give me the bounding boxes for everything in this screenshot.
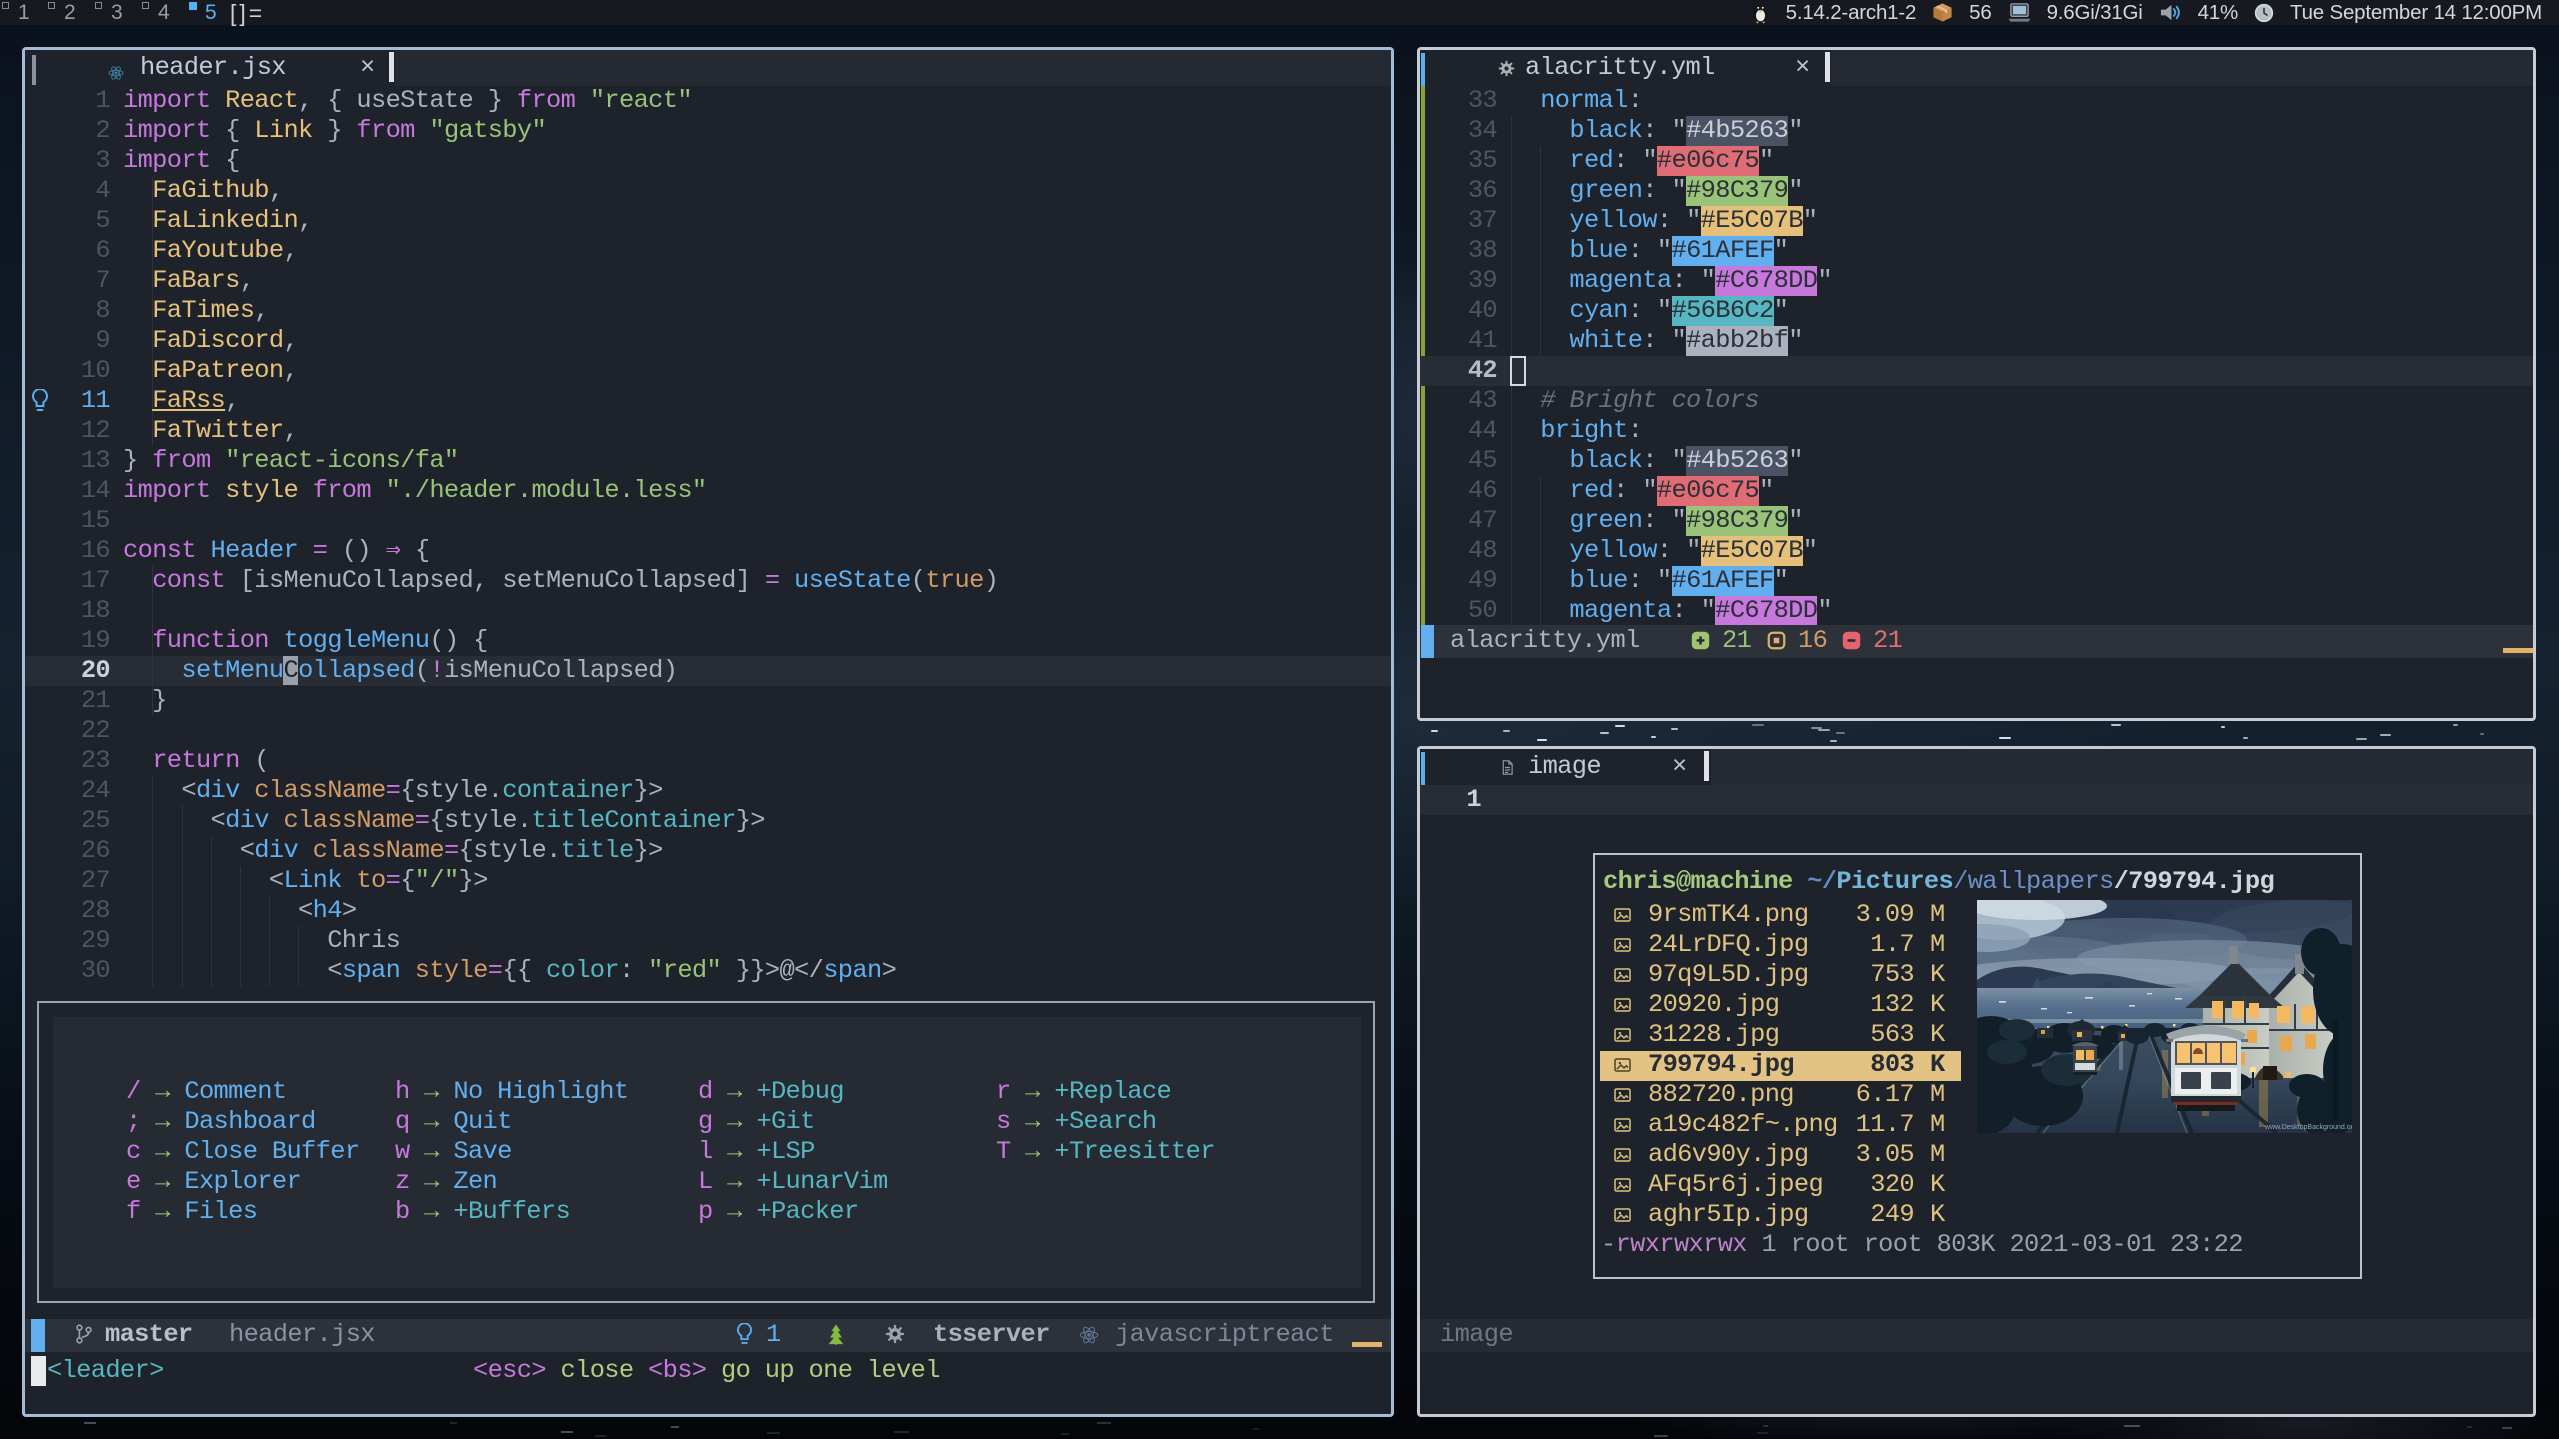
svg-text:www.DesktopBackground.org: www.DesktopBackground.org [2264,1124,2352,1131]
